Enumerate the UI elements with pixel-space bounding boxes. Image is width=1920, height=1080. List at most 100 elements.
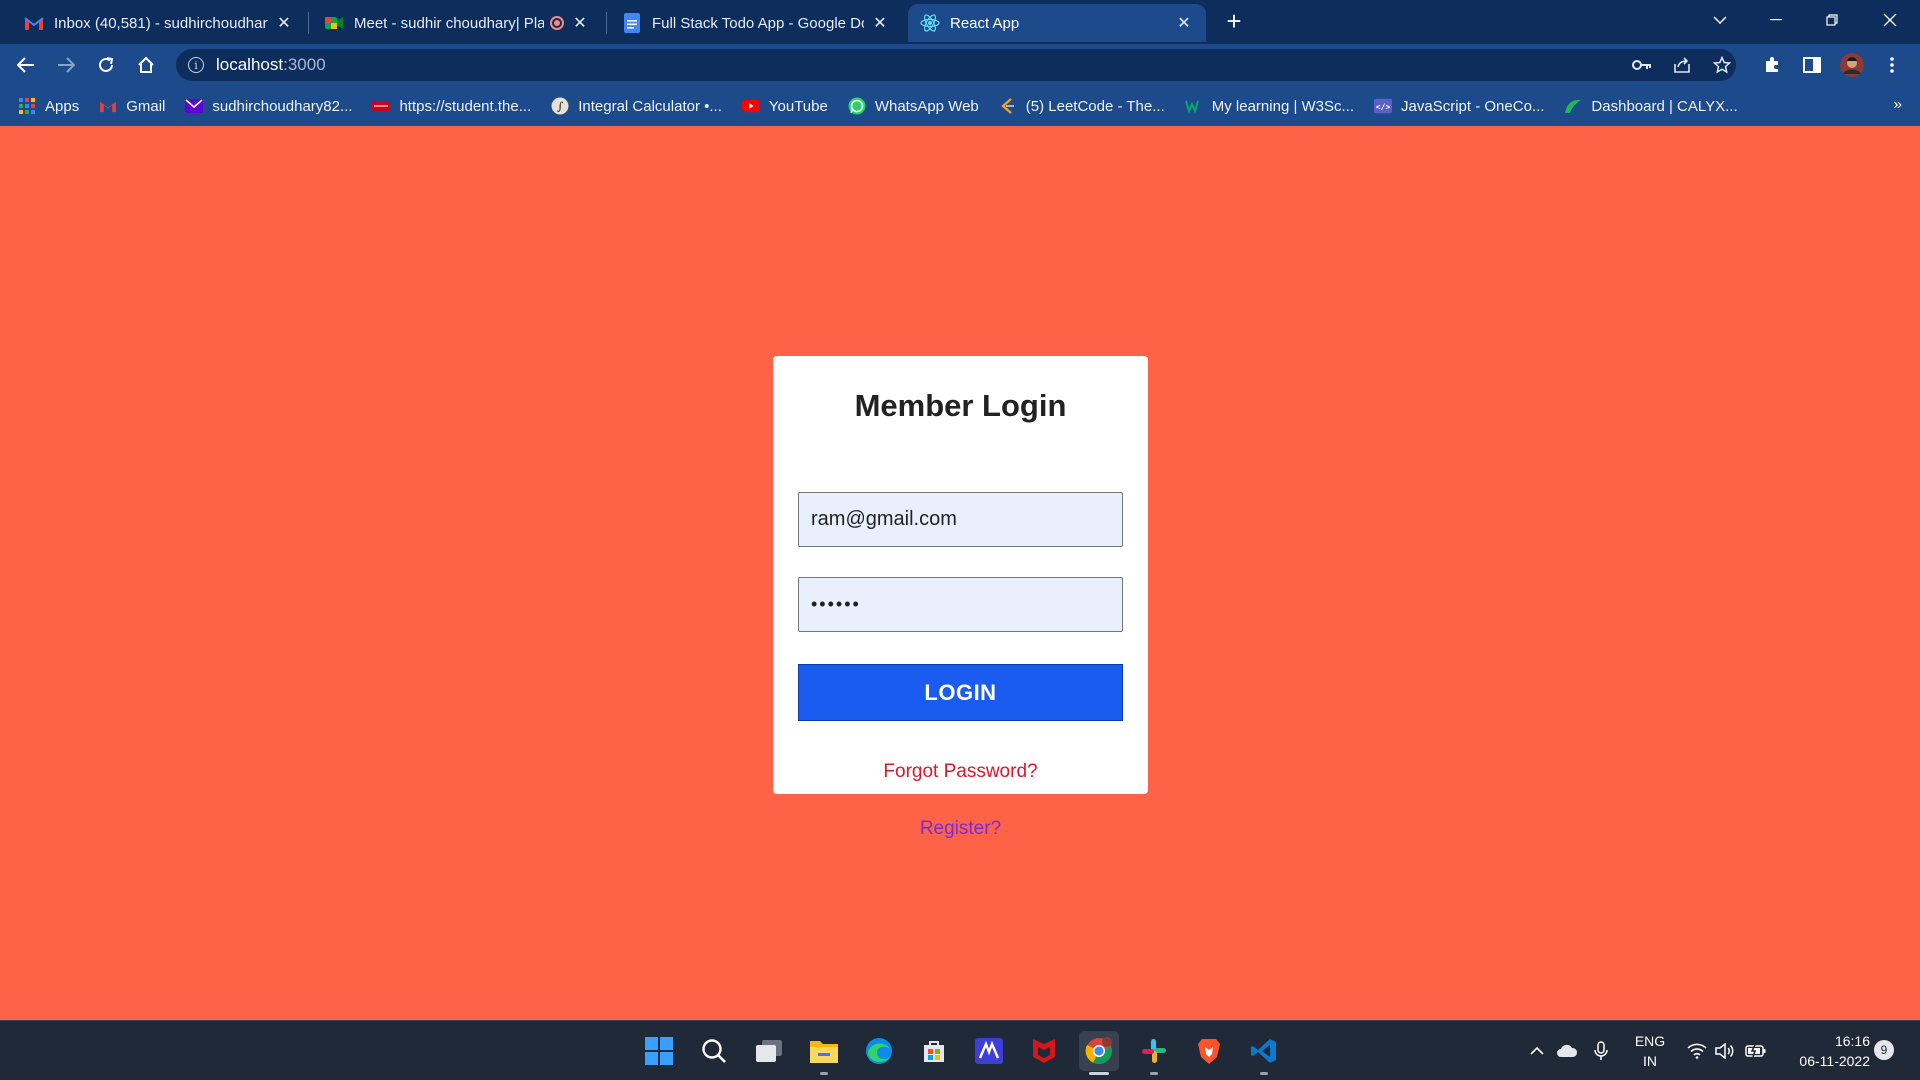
bookmark-onecompiler[interactable]: </> JavaScript - OneCo... xyxy=(1374,97,1544,115)
close-window-icon[interactable] xyxy=(1868,0,1912,40)
bookmark-youtube[interactable]: YouTube xyxy=(741,97,828,115)
gmail-icon xyxy=(24,13,44,33)
close-icon[interactable]: ✕ xyxy=(1174,13,1194,33)
task-view-icon[interactable] xyxy=(749,1031,789,1071)
calyx-icon xyxy=(1564,97,1582,115)
forward-icon[interactable] xyxy=(52,51,80,79)
url-host: localhost xyxy=(216,55,284,74)
browser-title-bar: Inbox (40,581) - sudhirchoudhary ✕ Meet … xyxy=(0,0,1920,44)
restore-icon[interactable] xyxy=(1810,0,1854,40)
calculator-icon: ∫ xyxy=(551,97,569,115)
leetcode-icon xyxy=(999,97,1017,115)
new-tab-button[interactable]: + xyxy=(1220,8,1248,36)
password-key-icon[interactable] xyxy=(1628,51,1656,79)
bookmark-w3schools[interactable]: My learning | W3Sc... xyxy=(1184,97,1355,115)
bookmark-label: WhatsApp Web xyxy=(874,97,979,115)
bookmark-whatsapp[interactable]: WhatsApp Web xyxy=(848,97,979,115)
email-field[interactable] xyxy=(798,492,1123,547)
close-icon[interactable]: ✕ xyxy=(274,13,294,33)
tab-divider xyxy=(308,12,309,34)
login-button[interactable]: LOGIN xyxy=(798,664,1123,721)
onedrive-cloud-icon[interactable] xyxy=(1554,1021,1580,1080)
language-indicator[interactable]: ENG IN xyxy=(1630,1031,1670,1071)
bookmark-label: JavaScript - OneCo... xyxy=(1401,97,1545,115)
tab-title: Meet - sudhir choudhary| Pla xyxy=(354,14,544,32)
tab-title: Full Stack Todo App - Google Do xyxy=(652,14,864,32)
wifi-icon[interactable] xyxy=(1684,1021,1710,1080)
windows-start-icon[interactable] xyxy=(639,1031,679,1071)
apps-grid-icon xyxy=(18,97,36,115)
tab-title: Inbox (40,581) - sudhirchoudhary xyxy=(54,14,268,32)
clock-time: 16:16 xyxy=(1834,1033,1870,1049)
bookmark-integral-calculator[interactable]: ∫ Integral Calculator •... xyxy=(551,97,722,115)
mathpix-icon[interactable] xyxy=(969,1031,1009,1071)
bookmark-student-portal[interactable]: https://student.the... xyxy=(372,97,531,115)
youtube-icon xyxy=(741,97,760,115)
edge-icon[interactable] xyxy=(859,1031,899,1071)
mcafee-icon[interactable] xyxy=(1024,1031,1064,1071)
home-icon[interactable] xyxy=(132,51,160,79)
bookmark-label: Dashboard | CALYX... xyxy=(1591,97,1738,115)
page-content: Member Login LOGIN Forgot Password? Regi… xyxy=(0,126,1920,1020)
bookmark-star-icon[interactable] xyxy=(1708,51,1736,79)
w3schools-icon xyxy=(1184,97,1203,115)
vscode-icon[interactable] xyxy=(1244,1031,1284,1075)
svg-text:</>: </> xyxy=(1376,102,1391,112)
search-icon[interactable] xyxy=(694,1031,734,1071)
tab-google-meet[interactable]: Meet - sudhir choudhary| Pla ✕ xyxy=(312,4,602,42)
tab-search-chevron-icon[interactable] xyxy=(1698,0,1742,40)
volume-icon[interactable] xyxy=(1712,1021,1738,1080)
close-icon[interactable]: ✕ xyxy=(570,13,590,33)
slack-icon[interactable] xyxy=(1134,1031,1174,1075)
bookmark-apps[interactable]: Apps xyxy=(18,97,79,115)
react-icon xyxy=(920,13,940,33)
google-docs-icon xyxy=(622,13,642,33)
running-indicator xyxy=(820,1072,828,1075)
address-bar[interactable]: i localhost :3000 xyxy=(176,49,1736,81)
bookmark-gmail[interactable]: Gmail xyxy=(99,97,165,115)
file-explorer-icon[interactable] xyxy=(804,1031,844,1075)
gmail-icon xyxy=(99,97,117,115)
bookmark-label: https://student.the... xyxy=(399,97,532,115)
tab-gmail-inbox[interactable]: Inbox (40,581) - sudhirchoudhary ✕ xyxy=(12,4,306,42)
close-icon[interactable]: ✕ xyxy=(870,13,890,33)
system-clock[interactable]: 16:16 06-11-2022 xyxy=(1780,1031,1870,1071)
brave-icon[interactable] xyxy=(1189,1031,1229,1071)
browser-menu-icon[interactable] xyxy=(1878,51,1906,79)
back-icon[interactable] xyxy=(12,51,40,79)
chrome-icon[interactable] xyxy=(1079,1031,1119,1075)
battery-charging-icon[interactable] xyxy=(1742,1021,1770,1080)
tab-react-app[interactable]: React App ✕ xyxy=(908,4,1206,42)
extensions-puzzle-icon[interactable] xyxy=(1758,51,1786,79)
microphone-icon[interactable] xyxy=(1588,1021,1614,1080)
bookmark-yahoo-mail[interactable]: sudhirchoudhary82... xyxy=(185,97,352,115)
reload-icon[interactable] xyxy=(92,51,120,79)
language-code: ENG xyxy=(1634,1033,1666,1049)
site-info-icon[interactable]: i xyxy=(188,57,204,73)
show-hidden-icons-chevron-icon[interactable] xyxy=(1524,1021,1550,1080)
profile-avatar[interactable] xyxy=(1838,51,1866,79)
register-link[interactable]: Register? xyxy=(773,818,1148,840)
bookmark-label: My learning | W3Sc... xyxy=(1211,97,1355,115)
windows-taskbar: ENG IN 16:16 06-11-2022 xyxy=(0,1020,1920,1080)
bookmark-leetcode[interactable]: (5) LeetCode - The... xyxy=(999,97,1165,115)
student-portal-icon xyxy=(372,97,391,115)
bookmark-calyx-dashboard[interactable]: Dashboard | CALYX... xyxy=(1564,97,1738,115)
bookmark-label: Gmail xyxy=(126,97,166,115)
onecompiler-icon: </> xyxy=(1374,97,1393,115)
yahoo-mail-icon xyxy=(185,97,204,115)
share-icon[interactable] xyxy=(1668,51,1696,79)
notification-count-badge[interactable]: 9 xyxy=(1874,1040,1894,1060)
bookmark-label: sudhirchoudhary82... xyxy=(212,97,353,115)
bookmarks-overflow-button[interactable]: » xyxy=(1893,96,1902,114)
side-panel-icon[interactable] xyxy=(1798,51,1826,79)
password-field[interactable] xyxy=(798,577,1123,632)
tab-google-docs[interactable]: Full Stack Todo App - Google Do ✕ xyxy=(610,4,902,42)
minimize-icon[interactable] xyxy=(1754,0,1798,40)
microsoft-store-icon[interactable] xyxy=(914,1031,954,1071)
browser-toolbar: i localhost :3000 xyxy=(0,44,1920,86)
running-indicator xyxy=(1150,1072,1158,1075)
login-card: Member Login LOGIN Forgot Password? xyxy=(773,356,1148,794)
bookmark-label: (5) LeetCode - The... xyxy=(1025,97,1165,115)
forgot-password-link[interactable]: Forgot Password? xyxy=(773,761,1148,783)
